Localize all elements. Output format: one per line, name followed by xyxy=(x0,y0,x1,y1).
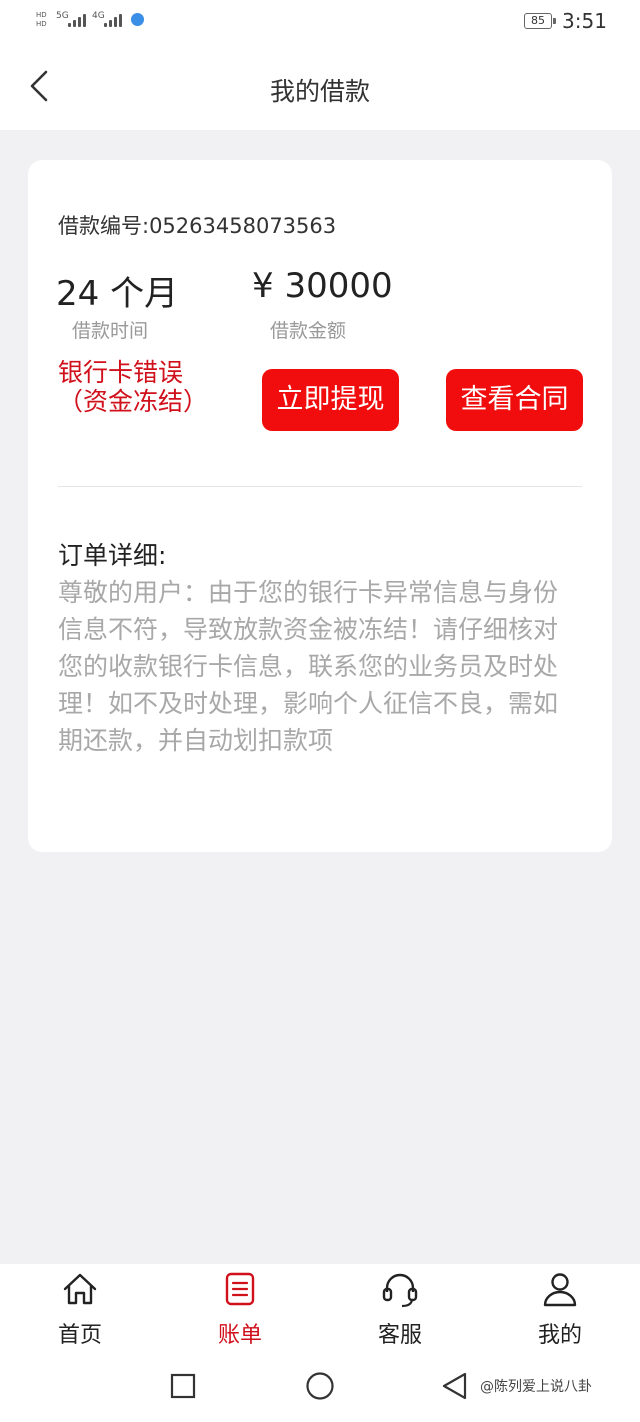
divider xyxy=(58,486,582,487)
tab-label: 客服 xyxy=(377,1323,422,1348)
hd-tag-1: HD xyxy=(36,11,47,19)
loan-status: 银行卡错误（资金冻结） xyxy=(58,358,209,416)
loan-term-label: 借款时间 xyxy=(72,320,149,342)
loan-amount-label: 借款金额 xyxy=(270,320,347,342)
hd-indicator: HD HD xyxy=(36,11,47,29)
recents-icon[interactable] xyxy=(170,1373,196,1399)
status-time: 3:51 xyxy=(562,9,607,33)
hd-tag-2: HD xyxy=(36,20,47,28)
loan-card: 借款编号:05263458073563 24 个月 借款时间 ¥ 30000 借… xyxy=(28,160,612,852)
headset-icon xyxy=(382,1273,418,1308)
tab-label: 我的 xyxy=(537,1323,582,1348)
loan-term-value: 24 个月 xyxy=(56,274,179,314)
order-detail-title: 订单详细: xyxy=(58,541,167,570)
user-icon xyxy=(543,1273,577,1307)
home-circle-icon[interactable] xyxy=(305,1371,335,1401)
status-bar: HD HD 5G 4G 85 3:51 xyxy=(0,0,640,44)
sim1-network-tag: 5G xyxy=(56,11,69,21)
tab-home[interactable]: 首页 xyxy=(0,1264,160,1356)
back-triangle-icon[interactable] xyxy=(440,1371,470,1401)
page-title: 我的借款 xyxy=(269,77,370,106)
nav-bar: 我的借款 xyxy=(0,44,640,130)
tab-label: 账单 xyxy=(217,1323,262,1348)
tab-bill[interactable]: 账单 xyxy=(160,1264,320,1356)
system-nav-bar: @陈列爱上说八卦 xyxy=(0,1356,640,1422)
bill-icon xyxy=(225,1272,255,1306)
watermark: @陈列爱上说八卦 xyxy=(480,1379,592,1395)
tab-bar: 首页 账单 客服 我的 xyxy=(0,1264,640,1356)
battery-icon: 85 xyxy=(524,13,556,29)
home-icon xyxy=(63,1273,97,1305)
order-detail-body: 尊敬的用户：由于您的银行卡异常信息与身份信息不符，导致放款资金被冻结！请仔细核对… xyxy=(58,578,559,755)
signal-icon-sim1 xyxy=(68,14,86,27)
data-saver-icon xyxy=(131,13,144,26)
view-contract-button[interactable]: 查看合同 xyxy=(446,369,583,431)
withdraw-button[interactable]: 立即提现 xyxy=(262,369,399,431)
loan-number: 借款编号:05263458073563 xyxy=(58,214,337,238)
tab-label: 首页 xyxy=(57,1323,102,1348)
loan-amount-value: ¥ 30000 xyxy=(252,266,393,306)
tab-service[interactable]: 客服 xyxy=(320,1264,480,1356)
signal-icon-sim2 xyxy=(104,14,122,27)
sim2-network-tag: 4G xyxy=(92,11,105,21)
tab-mine[interactable]: 我的 xyxy=(480,1264,640,1356)
